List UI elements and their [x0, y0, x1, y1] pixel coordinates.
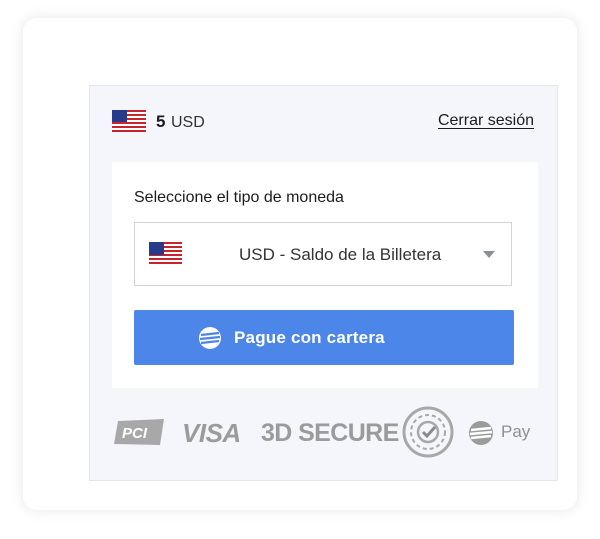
currency-select[interactable]: USD - Saldo de la Billetera: [134, 222, 512, 286]
balance-amount: 5: [156, 112, 166, 131]
wallet-panel: 5 USD Cerrar sesión Seleccione el tipo d…: [89, 85, 558, 481]
us-flag-icon: [112, 110, 146, 132]
payment-card: 5 USD Cerrar sesión Seleccione el tipo d…: [23, 18, 577, 510]
balance-currency: USD: [171, 114, 205, 131]
us-flag-icon: [149, 242, 182, 265]
logout-link[interactable]: Cerrar sesión: [438, 112, 534, 130]
wallet-logo-icon: [469, 421, 493, 445]
security-badges: PCI VISA 3D SECURE Pay: [112, 404, 542, 460]
pci-logo-icon: PCI: [114, 419, 164, 445]
3d-secure-logo: 3D SECURE: [261, 419, 399, 447]
currency-selection-card: Seleccione el tipo de moneda USD - Saldo…: [112, 162, 538, 388]
selected-currency: USD - Saldo de la Billetera: [239, 245, 442, 264]
chevron-down-icon: [483, 251, 495, 258]
verified-seal-icon: [402, 406, 454, 458]
svg-text:PCI: PCI: [122, 425, 148, 442]
pay-logo-text: Pay: [501, 422, 531, 441]
pay-button-label: Pague con cartera: [234, 328, 385, 347]
visa-logo: VISA: [182, 418, 241, 448]
currency-select-label: Seleccione el tipo de moneda: [134, 189, 344, 206]
wallet-logo-icon: [199, 327, 221, 349]
pay-with-wallet-button[interactable]: Pague con cartera: [134, 310, 514, 365]
